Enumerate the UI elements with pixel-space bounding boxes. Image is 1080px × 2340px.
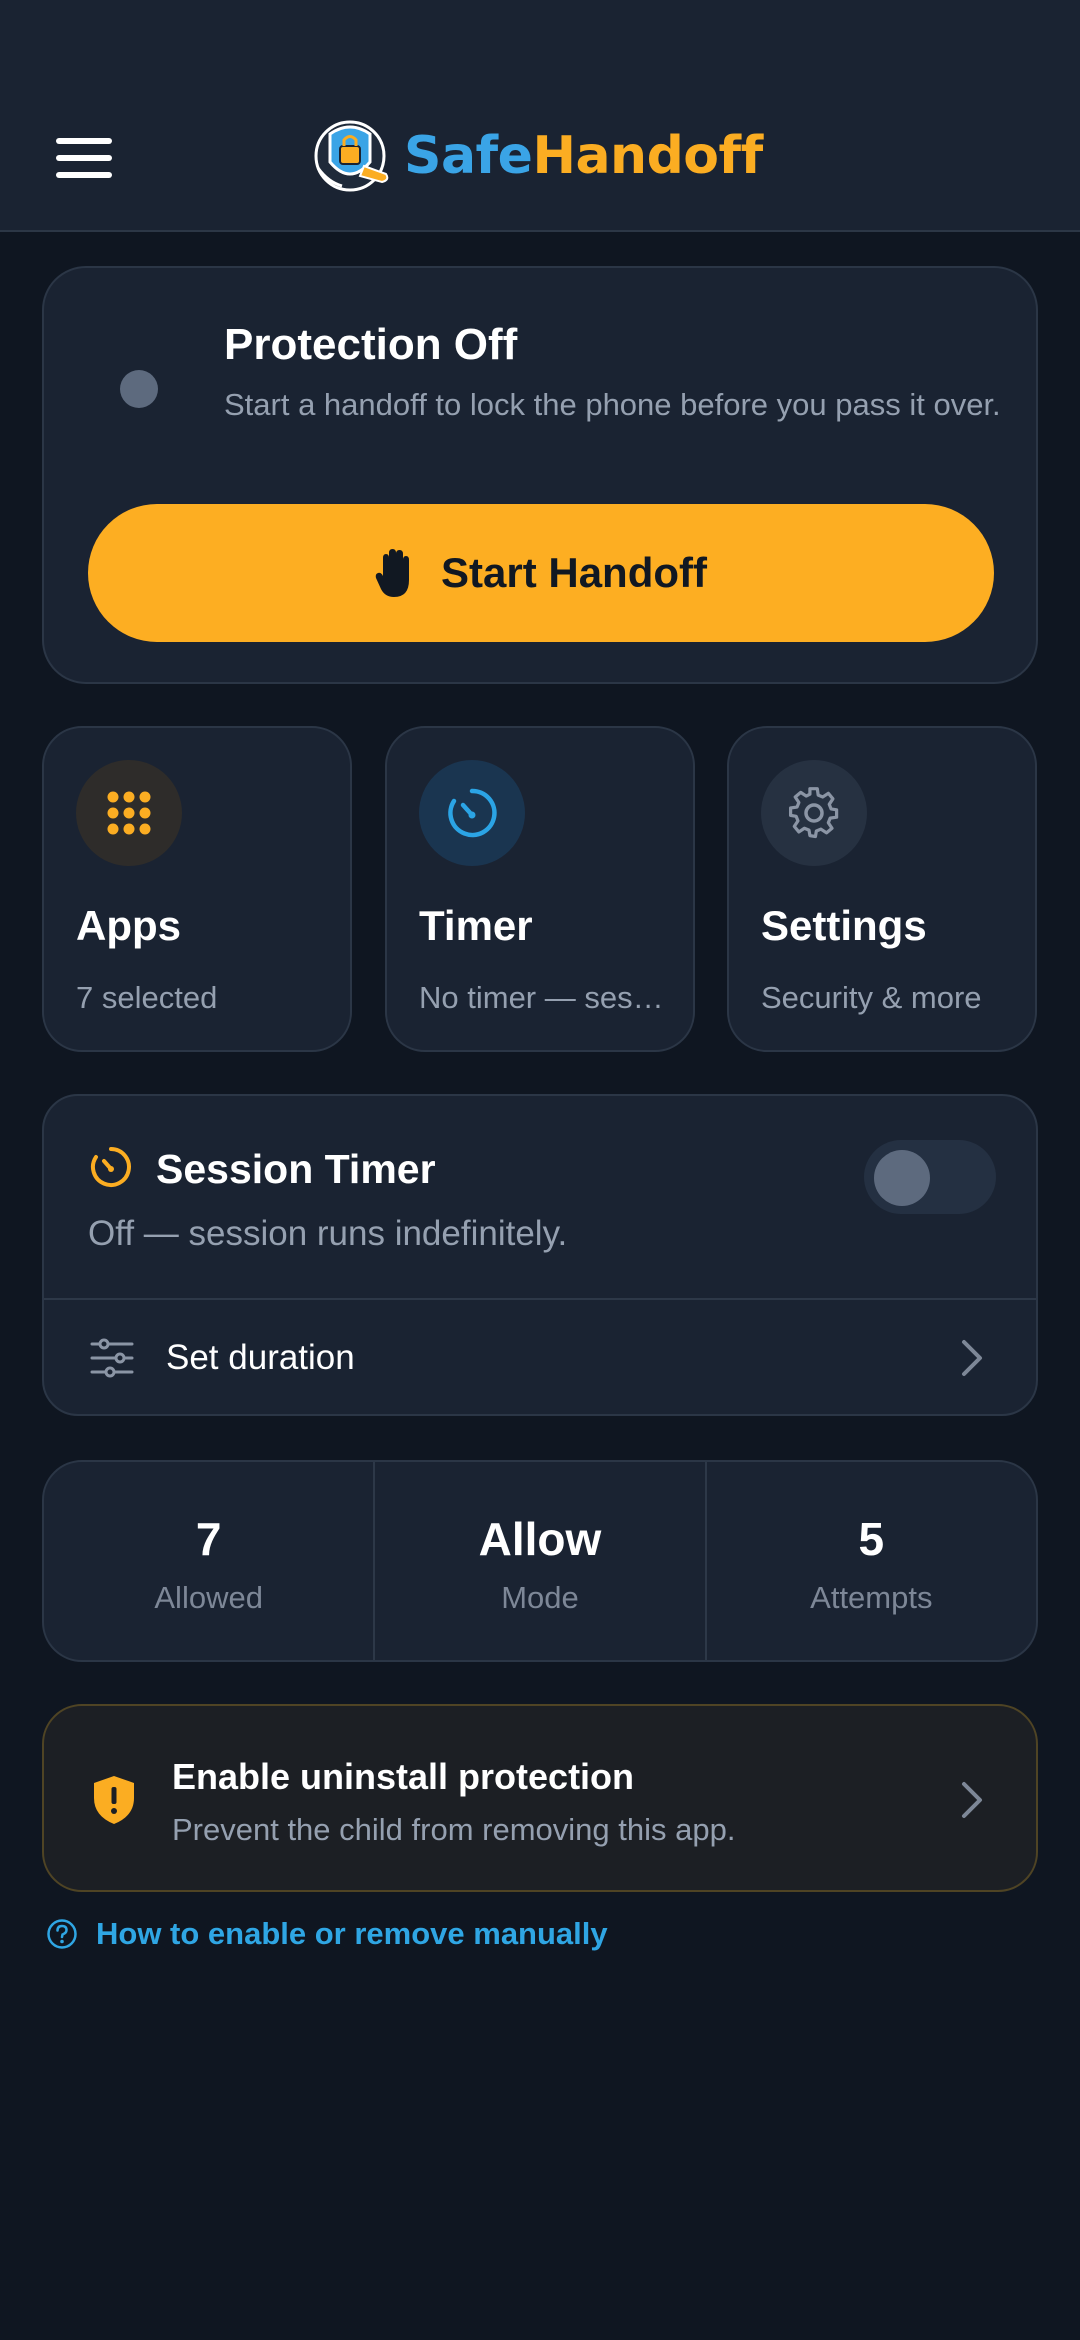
timer-tile-title: Timer bbox=[419, 902, 533, 949]
apps-tile-title: Apps bbox=[76, 902, 181, 949]
apps-tile[interactable]: Apps 7 selected bbox=[42, 726, 352, 1052]
stat-label: Attempts bbox=[810, 1580, 933, 1615]
app-header: SafeHandoff bbox=[0, 0, 1080, 232]
set-duration-label: Set duration bbox=[166, 1338, 355, 1377]
start-handoff-button[interactable]: Start Handoff bbox=[88, 504, 994, 642]
protection-card: Protection Off Start a handoff to lock t… bbox=[42, 266, 1038, 684]
stat-value: 7 bbox=[195, 1513, 222, 1565]
apps-tile-subtitle: 7 selected bbox=[76, 980, 218, 1015]
apps-grid-icon bbox=[76, 760, 182, 866]
protection-status-indicator bbox=[120, 370, 158, 408]
uninstall-protection-subtitle: Prevent the child from removing this app… bbox=[172, 1812, 736, 1847]
session-timer-toggle[interactable] bbox=[864, 1140, 996, 1214]
app-root: SafeHandoff Protection Off Start a hando… bbox=[0, 0, 1080, 2340]
toggle-knob bbox=[874, 1150, 930, 1206]
help-link-label: How to enable or remove manually bbox=[96, 1916, 608, 1951]
start-handoff-label: Start Handoff bbox=[441, 549, 707, 596]
uninstall-protection-title: Enable uninstall protection bbox=[172, 1756, 635, 1797]
app-logo: SafeHandoff bbox=[308, 116, 763, 196]
protection-title: Protection Off bbox=[224, 320, 518, 369]
timer-tile-subtitle: No timer — session runs indefinitely bbox=[419, 980, 679, 1015]
settings-tile[interactable]: Settings Security & more bbox=[727, 726, 1037, 1052]
uninstall-protection-card[interactable]: Enable uninstall protection Prevent the … bbox=[42, 1704, 1038, 1892]
stat-label: Mode bbox=[501, 1580, 579, 1615]
stat-label: Allowed bbox=[154, 1580, 263, 1615]
shield-alert-icon bbox=[94, 1776, 134, 1824]
set-duration-row[interactable]: Set duration bbox=[44, 1300, 1036, 1416]
gear-icon bbox=[761, 760, 867, 866]
chevron-right-icon bbox=[962, 1340, 982, 1376]
help-link[interactable]: How to enable or remove manually bbox=[46, 1916, 608, 1952]
session-timer-status: Off — session runs indefinitely. bbox=[88, 1214, 568, 1253]
timer-icon bbox=[419, 760, 525, 866]
stat-value: 5 bbox=[858, 1513, 885, 1565]
session-timer-card: Session Timer Off — session runs indefin… bbox=[42, 1094, 1038, 1416]
protection-subtitle: Start a handoff to lock the phone before… bbox=[224, 387, 1001, 422]
help-circle-icon bbox=[47, 1919, 77, 1949]
stat-value: Allow bbox=[478, 1513, 602, 1565]
menu-icon[interactable] bbox=[56, 138, 112, 178]
settings-tile-subtitle: Security & more bbox=[761, 980, 982, 1015]
session-timer-title: Session Timer bbox=[156, 1146, 436, 1192]
stat-mode: Allow Mode bbox=[373, 1462, 704, 1660]
sliders-icon bbox=[90, 1338, 134, 1378]
logo-mascot-icon bbox=[314, 120, 389, 192]
timer-tile[interactable]: Timer No timer — session runs indefinite… bbox=[385, 726, 695, 1052]
stat-attempts: 5 Attempts bbox=[704, 1462, 1036, 1660]
stat-allowed: 7 Allowed bbox=[44, 1462, 373, 1660]
hand-icon bbox=[375, 549, 409, 597]
session-timer-icon bbox=[90, 1147, 131, 1187]
brand-name: SafeHandoff bbox=[404, 126, 763, 186]
stats-card: 7 Allowed Allow Mode 5 Attempts bbox=[42, 1460, 1038, 1662]
settings-tile-title: Settings bbox=[761, 902, 927, 949]
chevron-right-icon bbox=[962, 1782, 982, 1818]
